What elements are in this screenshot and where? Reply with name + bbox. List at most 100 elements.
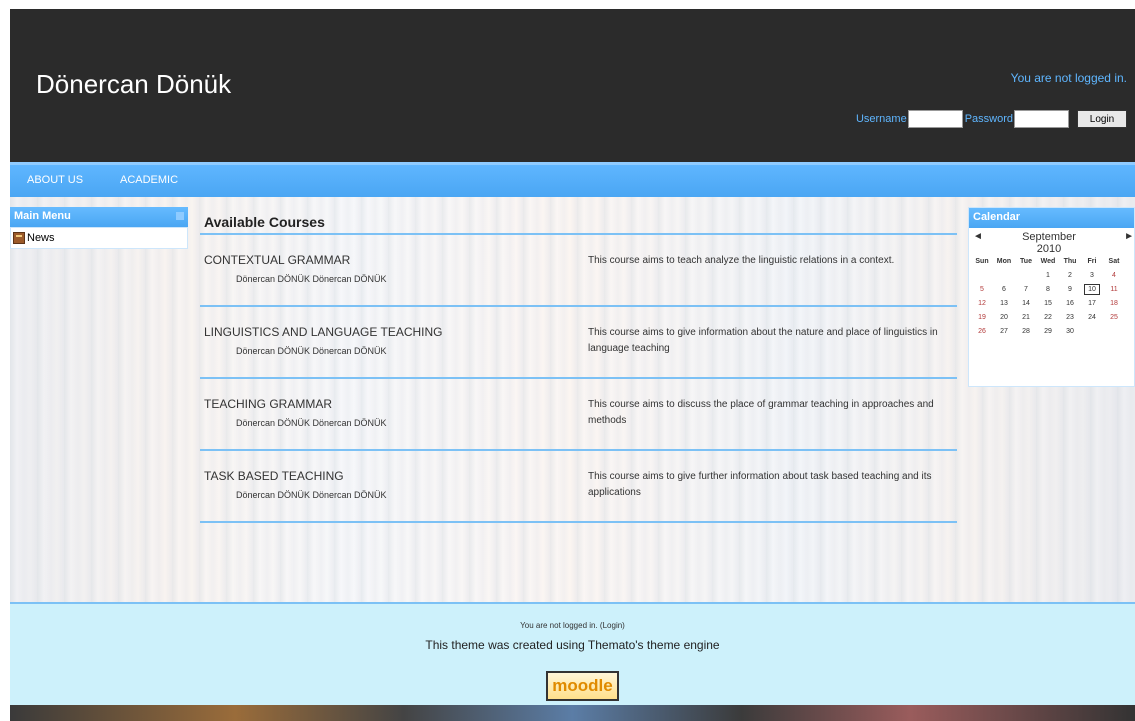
course-description: This course aims to discuss the place of… — [588, 399, 934, 426]
weekday-label: Sun — [975, 257, 989, 265]
login-form: Username Password Login — [856, 110, 1127, 128]
calendar-week: 19 20 21 22 23 24 25 — [971, 310, 1125, 324]
site-header: Dönercan Dönük You are not logged in. Us… — [10, 9, 1135, 162]
course-teachers[interactable]: Dönercan DÖNÜK Dönercan DÖNÜK — [236, 418, 387, 428]
calendar-day[interactable]: 1 — [1037, 268, 1059, 282]
calendar-day-label[interactable]: 10 — [1084, 283, 1100, 295]
calendar-day[interactable]: 3 — [1081, 268, 1103, 282]
course-link[interactable]: LINGUISTICS AND LANGUAGE TEACHING — [204, 325, 443, 339]
main-menu-header: Main Menu — [10, 207, 188, 227]
weekday-label: Sat — [1108, 257, 1120, 265]
calendar-weekdays: Sun Mon Tue Wed Thu Fri Sat — [971, 254, 1125, 268]
main-menu-item-news[interactable]: News — [10, 227, 188, 249]
calendar-day[interactable]: 9 — [1059, 282, 1081, 296]
calendar-day[interactable]: 26 — [971, 324, 993, 338]
course-row: TASK BASED TEACHING Dönercan DÖNÜK Döner… — [200, 451, 957, 523]
calendar-day[interactable]: 12 — [971, 296, 993, 310]
page: Dönercan Dönük You are not logged in. Us… — [0, 0, 1135, 721]
nav-item-academic[interactable]: ACADEMIC — [120, 174, 178, 186]
course-link[interactable]: TASK BASED TEACHING — [204, 469, 344, 483]
calendar-week: 5 6 7 8 9 10 11 — [971, 282, 1125, 296]
course-row: CONTEXTUAL GRAMMAR Dönercan DÖNÜK Dönerc… — [200, 235, 957, 307]
course-teachers[interactable]: Dönercan DÖNÜK Dönercan DÖNÜK — [236, 490, 387, 500]
calendar-header: Calendar — [969, 208, 1134, 228]
available-courses: Available Courses CONTEXTUAL GRAMMAR Dön… — [200, 209, 957, 523]
calendar-day[interactable]: 24 — [1081, 310, 1103, 324]
main-menu-item-label[interactable]: News — [27, 232, 55, 244]
calendar-day[interactable]: 21 — [1015, 310, 1037, 324]
calendar-day[interactable]: 2 — [1059, 268, 1081, 282]
calendar-day[interactable]: 15 — [1037, 296, 1059, 310]
course-row: LINGUISTICS AND LANGUAGE TEACHING Dönerc… — [200, 307, 957, 379]
calendar-day[interactable]: 29 — [1037, 324, 1059, 338]
calendar-day[interactable]: 11 — [1103, 282, 1125, 296]
calendar-day[interactable]: 16 — [1059, 296, 1081, 310]
weekday-label: Tue — [1020, 257, 1032, 265]
weekday-label: Fri — [1087, 257, 1097, 265]
login-status: You are not logged in. — [1010, 71, 1127, 85]
bottom-decoration — [10, 705, 1135, 721]
calendar-day[interactable]: 20 — [993, 310, 1015, 324]
username-label: Username — [855, 113, 907, 125]
weekday-label: Mon — [996, 257, 1012, 265]
site-title[interactable]: Dönercan Dönük — [36, 69, 231, 100]
calendar-title: Calendar — [973, 211, 1021, 223]
calendar-day[interactable]: 6 — [993, 282, 1015, 296]
collapse-icon[interactable] — [176, 212, 184, 220]
calendar-day[interactable]: 17 — [1081, 296, 1103, 310]
calendar-day[interactable]: 23 — [1059, 310, 1081, 324]
calendar-day[interactable]: 19 — [971, 310, 993, 324]
course-description: This course aims to give information abo… — [588, 327, 938, 354]
course-link[interactable]: TEACHING GRAMMAR — [204, 397, 332, 411]
calendar-week: 26 27 28 29 30 — [971, 324, 1125, 338]
username-input[interactable] — [907, 110, 963, 128]
calendar-day[interactable]: 8 — [1037, 282, 1059, 296]
course-teachers[interactable]: Dönercan DÖNÜK Dönercan DÖNÜK — [236, 346, 387, 356]
calendar-day[interactable]: 22 — [1037, 310, 1059, 324]
next-month-icon[interactable]: ► — [1124, 231, 1134, 242]
calendar-week: 12 13 14 15 16 17 18 — [971, 296, 1125, 310]
calendar-empty-cell — [993, 268, 1015, 282]
main-menu-title: Main Menu — [14, 210, 71, 222]
nav-bar: ABOUT US ACADEMIC — [10, 162, 1135, 197]
password-input[interactable] — [1014, 110, 1069, 128]
course-teachers[interactable]: Dönercan DÖNÜK Dönercan DÖNÜK — [236, 274, 387, 284]
calendar-empty-cell — [971, 268, 993, 282]
nav-item-about-us[interactable]: ABOUT US — [27, 174, 83, 186]
footer-login-status[interactable]: You are not logged in. (Login) — [10, 621, 1135, 630]
calendar-day[interactable]: 25 — [1103, 310, 1125, 324]
calendar-empty-cell — [1103, 324, 1125, 338]
weekday-label: Wed — [1040, 257, 1056, 265]
calendar-day-today[interactable]: 10 — [1081, 282, 1103, 296]
calendar-day[interactable]: 5 — [971, 282, 993, 296]
main-content: Main Menu News Available Courses CONTEXT… — [10, 197, 1135, 602]
course-link[interactable]: CONTEXTUAL GRAMMAR — [204, 253, 350, 267]
course-row: TEACHING GRAMMAR Dönercan DÖNÜK Dönercan… — [200, 379, 957, 451]
calendar-body: 1 2 3 4 5 6 7 8 9 10 11 12 13 14 15 16 17 18 19 20 21 22 23 24 2… — [971, 268, 1125, 338]
course-description: This course aims to teach analyze the li… — [588, 255, 895, 266]
calendar-day[interactable]: 28 — [1015, 324, 1037, 338]
calendar-grid: Sun Mon Tue Wed Thu Fri Sat 1 2 3 4 5 6 7 8 9 10 11 12 13 1… — [971, 254, 1125, 338]
calendar-week: 1234 — [971, 268, 1125, 282]
news-icon — [13, 232, 25, 244]
course-description: This course aims to give further informa… — [588, 471, 932, 498]
calendar-month: September 2010 — [1022, 231, 1076, 255]
calendar-block: Calendar ◄ September 2010 ► Sun Mon Tue Wed… — [968, 207, 1135, 387]
theme-credit: This theme was created using Themato's t… — [425, 638, 720, 652]
calendar-day[interactable]: 14 — [1015, 296, 1037, 310]
login-button[interactable]: Login — [1077, 110, 1127, 128]
courses-title: Available Courses — [200, 209, 957, 235]
calendar-day[interactable]: 27 — [993, 324, 1015, 338]
calendar-day[interactable]: 13 — [993, 296, 1015, 310]
calendar-empty-cell — [1015, 268, 1037, 282]
main-menu-block: Main Menu News — [10, 207, 188, 249]
calendar-day[interactable]: 18 — [1103, 296, 1125, 310]
calendar-day[interactable]: 4 — [1103, 268, 1125, 282]
prev-month-icon[interactable]: ◄ — [973, 231, 983, 242]
page-footer: You are not logged in. (Login) This them… — [10, 602, 1135, 705]
moodle-logo[interactable]: moodle — [546, 671, 619, 701]
calendar-day[interactable]: 7 — [1015, 282, 1037, 296]
calendar-day[interactable]: 30 — [1059, 324, 1081, 338]
calendar-empty-cell — [1081, 324, 1103, 338]
weekday-label: Thu — [1063, 257, 1077, 265]
